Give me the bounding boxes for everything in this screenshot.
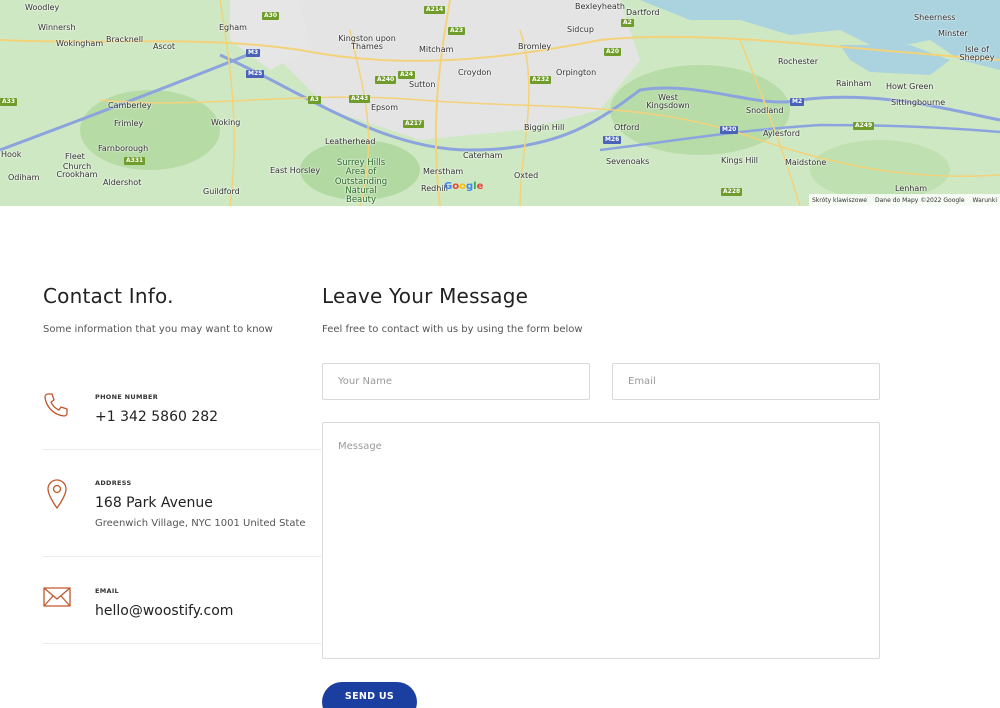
- map-place-label: Maidstone: [785, 158, 827, 167]
- map-road-label: A243: [349, 95, 371, 103]
- message-form-subtitle: Feel free to contact with us by using th…: [322, 324, 583, 335]
- map-place-label: Epsom: [371, 103, 398, 112]
- map-road-label: M25: [246, 70, 265, 78]
- map-place-label: Oxted: [514, 171, 539, 180]
- envelope-icon: [43, 587, 71, 611]
- contact-info-heading: Contact Info.: [43, 284, 174, 308]
- keyboard-shortcuts-link[interactable]: Skróty klawiszowe: [812, 197, 867, 204]
- map-road-label: A217: [403, 120, 425, 128]
- message-textarea[interactable]: [322, 422, 880, 659]
- map-place-label: Kings Hill: [721, 156, 759, 165]
- email-input[interactable]: [612, 363, 880, 400]
- map-place-label: Otford: [614, 123, 640, 132]
- address-city: Greenwich Village, NYC 1001 United State: [95, 518, 306, 529]
- email-label: EMAIL: [95, 587, 119, 595]
- map-place-label: Sutton: [409, 80, 436, 89]
- map-place-label: Camberley: [108, 101, 152, 110]
- map-place-label: Bracknell: [106, 35, 144, 44]
- phone-number[interactable]: +1 342 5860 282: [95, 409, 218, 425]
- map-place-label: Leatherhead: [325, 137, 376, 146]
- send-us-button[interactable]: SEND US: [322, 682, 417, 708]
- name-input[interactable]: [322, 363, 590, 400]
- map-place-label: Sidcup: [567, 25, 594, 34]
- map-road-label: M3: [246, 49, 261, 57]
- map-place-label: East Horsley: [270, 166, 321, 175]
- map-place-label: Isle of Sheppey: [959, 45, 995, 62]
- map-place-label: Hook: [1, 150, 22, 159]
- map-road-label: A20: [604, 48, 621, 56]
- map-place-label: Aldershot: [103, 178, 142, 187]
- map-place-label: Egham: [219, 23, 247, 32]
- map-road-label: A3: [308, 96, 321, 104]
- map-road-label: A30: [262, 12, 279, 20]
- terms-link[interactable]: Warunki: [973, 197, 997, 204]
- map-road-label: A240: [375, 76, 397, 84]
- location-pin-icon: [46, 478, 68, 514]
- map-road-label: M20: [720, 126, 739, 134]
- map-road-label: A228: [721, 188, 743, 196]
- map-road-label: A33: [0, 98, 17, 106]
- phone-info-block: PHONE NUMBER +1 342 5860 282: [43, 382, 321, 450]
- map-place-label: Rainham: [836, 79, 872, 88]
- map-place-label: Aylesford: [763, 129, 800, 138]
- phone-label: PHONE NUMBER: [95, 393, 159, 401]
- map-place-label: Sheerness: [914, 13, 956, 22]
- map-place-label: Church Crookham: [56, 162, 98, 179]
- address-label: ADDRESS: [95, 479, 132, 487]
- map-place-label: Biggin Hill: [524, 123, 565, 132]
- map-place-label: Frimley: [114, 119, 144, 128]
- map-place-label: Farnborough: [98, 144, 149, 153]
- map-place-label: Sevenoaks: [606, 157, 650, 166]
- map-road-label: A2: [621, 19, 634, 27]
- embedded-map[interactable]: Woodley Winnersh Wokingham Bracknell Asc…: [0, 0, 1000, 206]
- map-place-label: Guildford: [203, 187, 240, 196]
- google-logo: Google: [444, 181, 484, 192]
- map-road-label: M26: [603, 136, 622, 144]
- contact-info-subtitle: Some information that you may want to kn…: [43, 324, 273, 335]
- map-place-label: Croydon: [458, 68, 492, 77]
- map-place-label: Wokingham: [56, 39, 104, 48]
- map-place-label: Minster: [938, 29, 968, 38]
- map-place-label: Ascot: [153, 42, 176, 51]
- map-road-label: A214: [424, 6, 446, 14]
- address-street: 168 Park Avenue: [95, 495, 213, 511]
- map-place-label: Merstham: [423, 167, 464, 176]
- map-place-label: Mitcham: [419, 45, 454, 54]
- message-form-heading: Leave Your Message: [322, 284, 529, 308]
- map-road-label: A232: [530, 76, 552, 84]
- map-place-label: Rochester: [778, 57, 818, 66]
- map-place-label: Fleet: [65, 152, 85, 161]
- email-info-block: EMAIL hello@woostify.com: [43, 557, 321, 644]
- map-attribution: Skróty klawiszowe Dane do Mapy ©2022 Goo…: [808, 194, 1000, 206]
- address-info-block: ADDRESS 168 Park Avenue Greenwich Villag…: [43, 450, 321, 557]
- phone-icon: [43, 392, 69, 422]
- map-place-label: Snodland: [746, 106, 784, 115]
- map-place-label: Lenham: [895, 184, 928, 193]
- map-area-label: Surrey Hills Area of Outstanding Natural…: [334, 158, 388, 206]
- map-place-label: Dartford: [626, 8, 660, 17]
- map-road-label: A331: [124, 157, 146, 165]
- map-place-label: Bromley: [518, 42, 552, 51]
- map-place-label: Odiham: [8, 173, 40, 182]
- map-data-credit: Dane do Mapy ©2022 Google: [875, 196, 965, 204]
- map-road-label: A24: [398, 71, 415, 79]
- map-place-label: Caterham: [463, 151, 503, 160]
- map-place-label: Woodley: [25, 3, 60, 12]
- map-place-label: Howt Green: [886, 82, 934, 91]
- map-road-label: M2: [790, 98, 805, 106]
- map-place-label: Bexleyheath: [575, 2, 625, 11]
- map-place-label: Winnersh: [38, 23, 76, 32]
- map-place-label: Kingston upon Thames: [338, 34, 396, 51]
- map-place-label: Orpington: [556, 68, 597, 77]
- map-road-label: A23: [448, 27, 465, 35]
- email-address[interactable]: hello@woostify.com: [95, 603, 233, 619]
- map-place-label: Sittingbourne: [891, 98, 946, 107]
- map-road-label: A249: [853, 122, 875, 130]
- map-place-label: Woking: [211, 118, 241, 127]
- map-place-label: West Kingsdown: [646, 93, 690, 110]
